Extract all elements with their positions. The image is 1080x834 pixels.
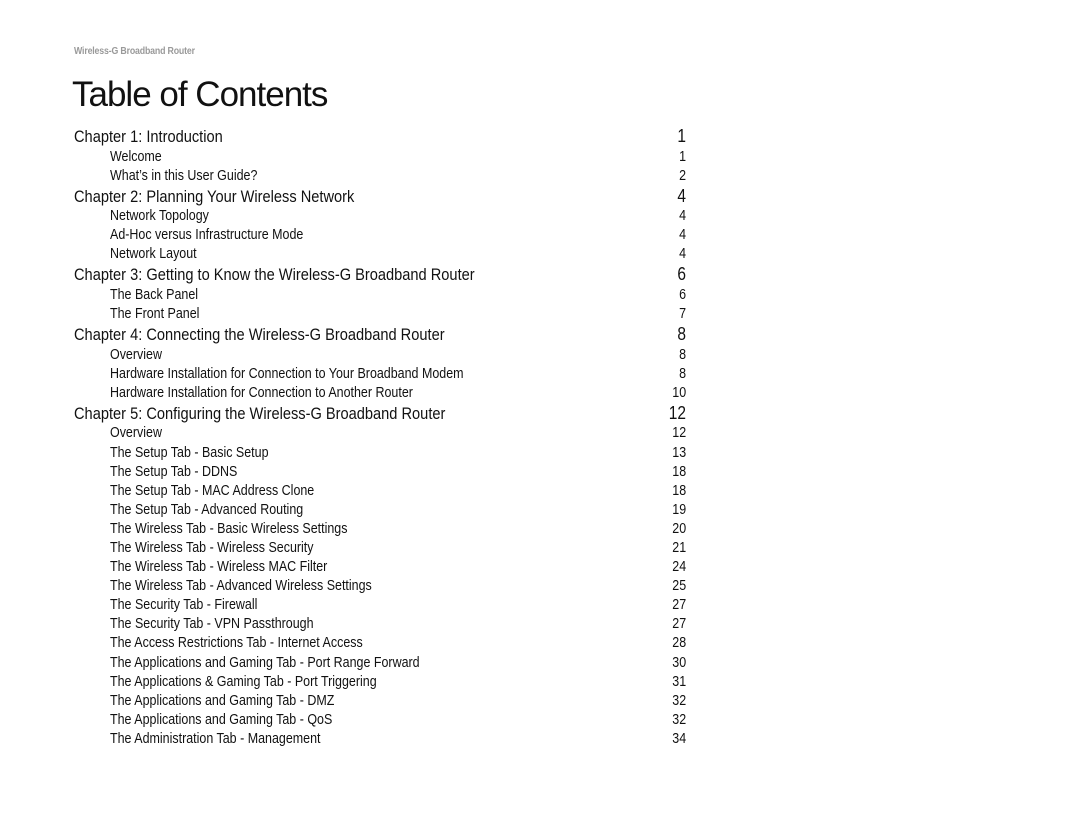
toc-chapter-entry[interactable]: Chapter 4: Connecting the Wireless-G Bro… (74, 324, 686, 346)
toc-section-entry-title: Overview (110, 425, 162, 442)
toc-chapter-entry-page-number: 8 (677, 324, 686, 345)
toc-section-entry[interactable]: Ad-Hoc versus Infrastructure Mode 4 (74, 226, 686, 245)
toc-section-entry[interactable]: Network Topology 4 (74, 207, 686, 226)
toc-section-entry-page-number: 32 (672, 692, 686, 709)
toc-chapter-entry[interactable]: Chapter 3: Getting to Know the Wireless-… (74, 264, 686, 286)
toc-section-entry-page-number: 10 (672, 384, 686, 401)
toc-section-entry-title: The Security Tab - VPN Passthrough (110, 616, 314, 633)
toc-section-entry-page-number: 27 (672, 616, 686, 633)
toc-section-entry[interactable]: The Wireless Tab - Basic Wireless Settin… (74, 520, 686, 539)
toc-section-entry-title: The Setup Tab - MAC Address Clone (110, 482, 315, 499)
toc-section-entry-page-number: 1 (679, 148, 686, 165)
toc-section-entry-title: The Applications and Gaming Tab - Port R… (110, 654, 420, 671)
toc-section-entry-page-number: 34 (672, 730, 686, 747)
toc-section-entry-title: Network Layout (110, 246, 197, 263)
toc-section-entry-page-number: 18 (672, 482, 686, 499)
toc-section-entry[interactable]: Hardware Installation for Connection to … (74, 384, 686, 403)
toc-section-entry-title: Overview (110, 346, 162, 363)
toc-section-entry[interactable]: Network Layout 4 (74, 245, 686, 264)
toc-chapter-entry[interactable]: Chapter 5: Configuring the Wireless-G Br… (74, 403, 686, 425)
toc-section-entry-page-number: 8 (679, 346, 686, 363)
toc-section-entry-title: The Setup Tab - Basic Setup (110, 444, 269, 461)
toc-section-entry[interactable]: The Access Restrictions Tab - Internet A… (74, 634, 686, 653)
toc-section-entry[interactable]: The Setup Tab - DDNS 18 (74, 463, 686, 482)
toc-section-entry-page-number: 12 (672, 425, 686, 442)
toc-section-entry-page-number: 24 (672, 559, 686, 576)
table-of-contents: Chapter 1: Introduction 1 Welcome 1 What’s i… (74, 126, 686, 749)
toc-chapter-entry-page-number: 4 (677, 185, 686, 206)
toc-section-entry[interactable]: The Wireless Tab - Wireless Security 21 (74, 539, 686, 558)
running-header: Wireless-G Broadband Router (74, 46, 195, 57)
toc-section-entry-title: The Access Restrictions Tab - Internet A… (110, 635, 363, 652)
toc-section-entry-title: What’s in this User Guide? (110, 167, 258, 184)
toc-section-entry[interactable]: The Administration Tab - Management 34 (74, 730, 686, 749)
toc-section-entry[interactable]: The Applications and Gaming Tab - Port R… (74, 654, 686, 673)
toc-section-entry-title: The Wireless Tab - Advanced Wireless Set… (110, 578, 372, 595)
toc-section-entry-page-number: 6 (679, 286, 686, 303)
toc-section-entry-page-number: 13 (672, 444, 686, 461)
toc-section-entry-page-number: 30 (672, 654, 686, 671)
toc-section-entry[interactable]: The Security Tab - Firewall 27 (74, 596, 686, 615)
toc-section-entry[interactable]: The Setup Tab - Advanced Routing 19 (74, 501, 686, 520)
toc-chapter-entry-title: Chapter 4: Connecting the Wireless-G Bro… (74, 325, 445, 345)
toc-section-entry[interactable]: The Security Tab - VPN Passthrough 27 (74, 615, 686, 634)
toc-section-entry-page-number: 19 (672, 501, 686, 518)
toc-section-entry[interactable]: The Front Panel 7 (74, 305, 686, 324)
toc-chapter-entry-title: Chapter 2: Planning Your Wireless Networ… (74, 186, 355, 206)
toc-section-entry-title: The Wireless Tab - Basic Wireless Settin… (110, 520, 348, 537)
toc-section-entry[interactable]: The Back Panel 6 (74, 286, 686, 305)
toc-section-entry-page-number: 4 (679, 246, 686, 263)
toc-section-entry-title: The Front Panel (110, 306, 200, 323)
toc-chapter-entry-page-number: 6 (677, 264, 686, 285)
toc-chapter-entry-title: Chapter 5: Configuring the Wireless-G Br… (74, 403, 446, 423)
toc-chapter-entry-page-number: 12 (668, 402, 686, 423)
toc-section-entry-title: The Back Panel (110, 286, 199, 303)
toc-section-entry[interactable]: The Wireless Tab - Advanced Wireless Set… (74, 577, 686, 596)
toc-chapter-entry[interactable]: Chapter 1: Introduction 1 (74, 126, 686, 148)
toc-section-entry-title: The Applications and Gaming Tab - QoS (110, 711, 333, 728)
toc-section-entry-title: Network Topology (110, 208, 209, 225)
toc-section-entry-page-number: 18 (672, 463, 686, 480)
toc-section-entry-title: The Security Tab - Firewall (110, 597, 258, 614)
toc-section-entry[interactable]: Hardware Installation for Connection to … (74, 365, 686, 384)
toc-section-entry[interactable]: The Applications and Gaming Tab - DMZ 32 (74, 692, 686, 711)
toc-section-entry-page-number: 25 (672, 578, 686, 595)
toc-section-entry[interactable]: The Setup Tab - Basic Setup 13 (74, 444, 686, 463)
toc-section-entry[interactable]: The Applications and Gaming Tab - QoS 32 (74, 711, 686, 730)
toc-section-entry[interactable]: What’s in this User Guide? 2 (74, 167, 686, 186)
toc-chapter-entry-title: Chapter 1: Introduction (74, 127, 223, 146)
toc-section-entry-title: The Wireless Tab - Wireless MAC Filter (110, 559, 328, 576)
toc-section-entry[interactable]: The Applications & Gaming Tab - Port Tri… (74, 673, 686, 692)
toc-section-entry-page-number: 28 (672, 635, 686, 652)
toc-section-entry-title: Ad-Hoc versus Infrastructure Mode (110, 227, 304, 244)
toc-section-entry-page-number: 2 (679, 167, 686, 184)
toc-section-entry-title: Hardware Installation for Connection to … (110, 365, 464, 382)
toc-section-entry[interactable]: Welcome 1 (74, 148, 686, 167)
toc-section-entry-title: The Administration Tab - Management (110, 730, 321, 747)
toc-section-entry-title: The Applications & Gaming Tab - Port Tri… (110, 673, 377, 690)
toc-section-entry-page-number: 8 (679, 365, 686, 382)
toc-section-entry-title: The Setup Tab - DDNS (110, 463, 238, 480)
toc-section-entry-page-number: 32 (672, 711, 686, 728)
page-title: Table of Contents (72, 75, 328, 114)
toc-section-entry-title: Welcome (110, 148, 162, 165)
toc-section-entry-title: The Applications and Gaming Tab - DMZ (110, 692, 335, 709)
toc-section-entry-page-number: 4 (679, 208, 686, 225)
toc-section-entry[interactable]: Overview 8 (74, 346, 686, 365)
toc-section-entry-page-number: 31 (672, 673, 686, 690)
toc-section-entry-page-number: 7 (679, 306, 686, 323)
toc-section-entry[interactable]: The Wireless Tab - Wireless MAC Filter 24 (74, 558, 686, 577)
toc-chapter-entry-title: Chapter 3: Getting to Know the Wireless-… (74, 265, 475, 285)
toc-section-entry-page-number: 4 (679, 227, 686, 244)
toc-section-entry-page-number: 20 (672, 520, 686, 537)
toc-chapter-entry-page-number: 1 (677, 126, 686, 146)
toc-section-entry-title: Hardware Installation for Connection to … (110, 384, 413, 401)
toc-section-entry[interactable]: The Setup Tab - MAC Address Clone 18 (74, 482, 686, 501)
toc-chapter-entry[interactable]: Chapter 2: Planning Your Wireless Networ… (74, 186, 686, 208)
toc-section-entry-page-number: 27 (672, 597, 686, 614)
toc-section-entry[interactable]: Overview 12 (74, 424, 686, 443)
toc-section-entry-title: The Setup Tab - Advanced Routing (110, 501, 304, 518)
toc-section-entry-page-number: 21 (672, 540, 686, 556)
toc-section-entry-title: The Wireless Tab - Wireless Security (110, 540, 314, 556)
